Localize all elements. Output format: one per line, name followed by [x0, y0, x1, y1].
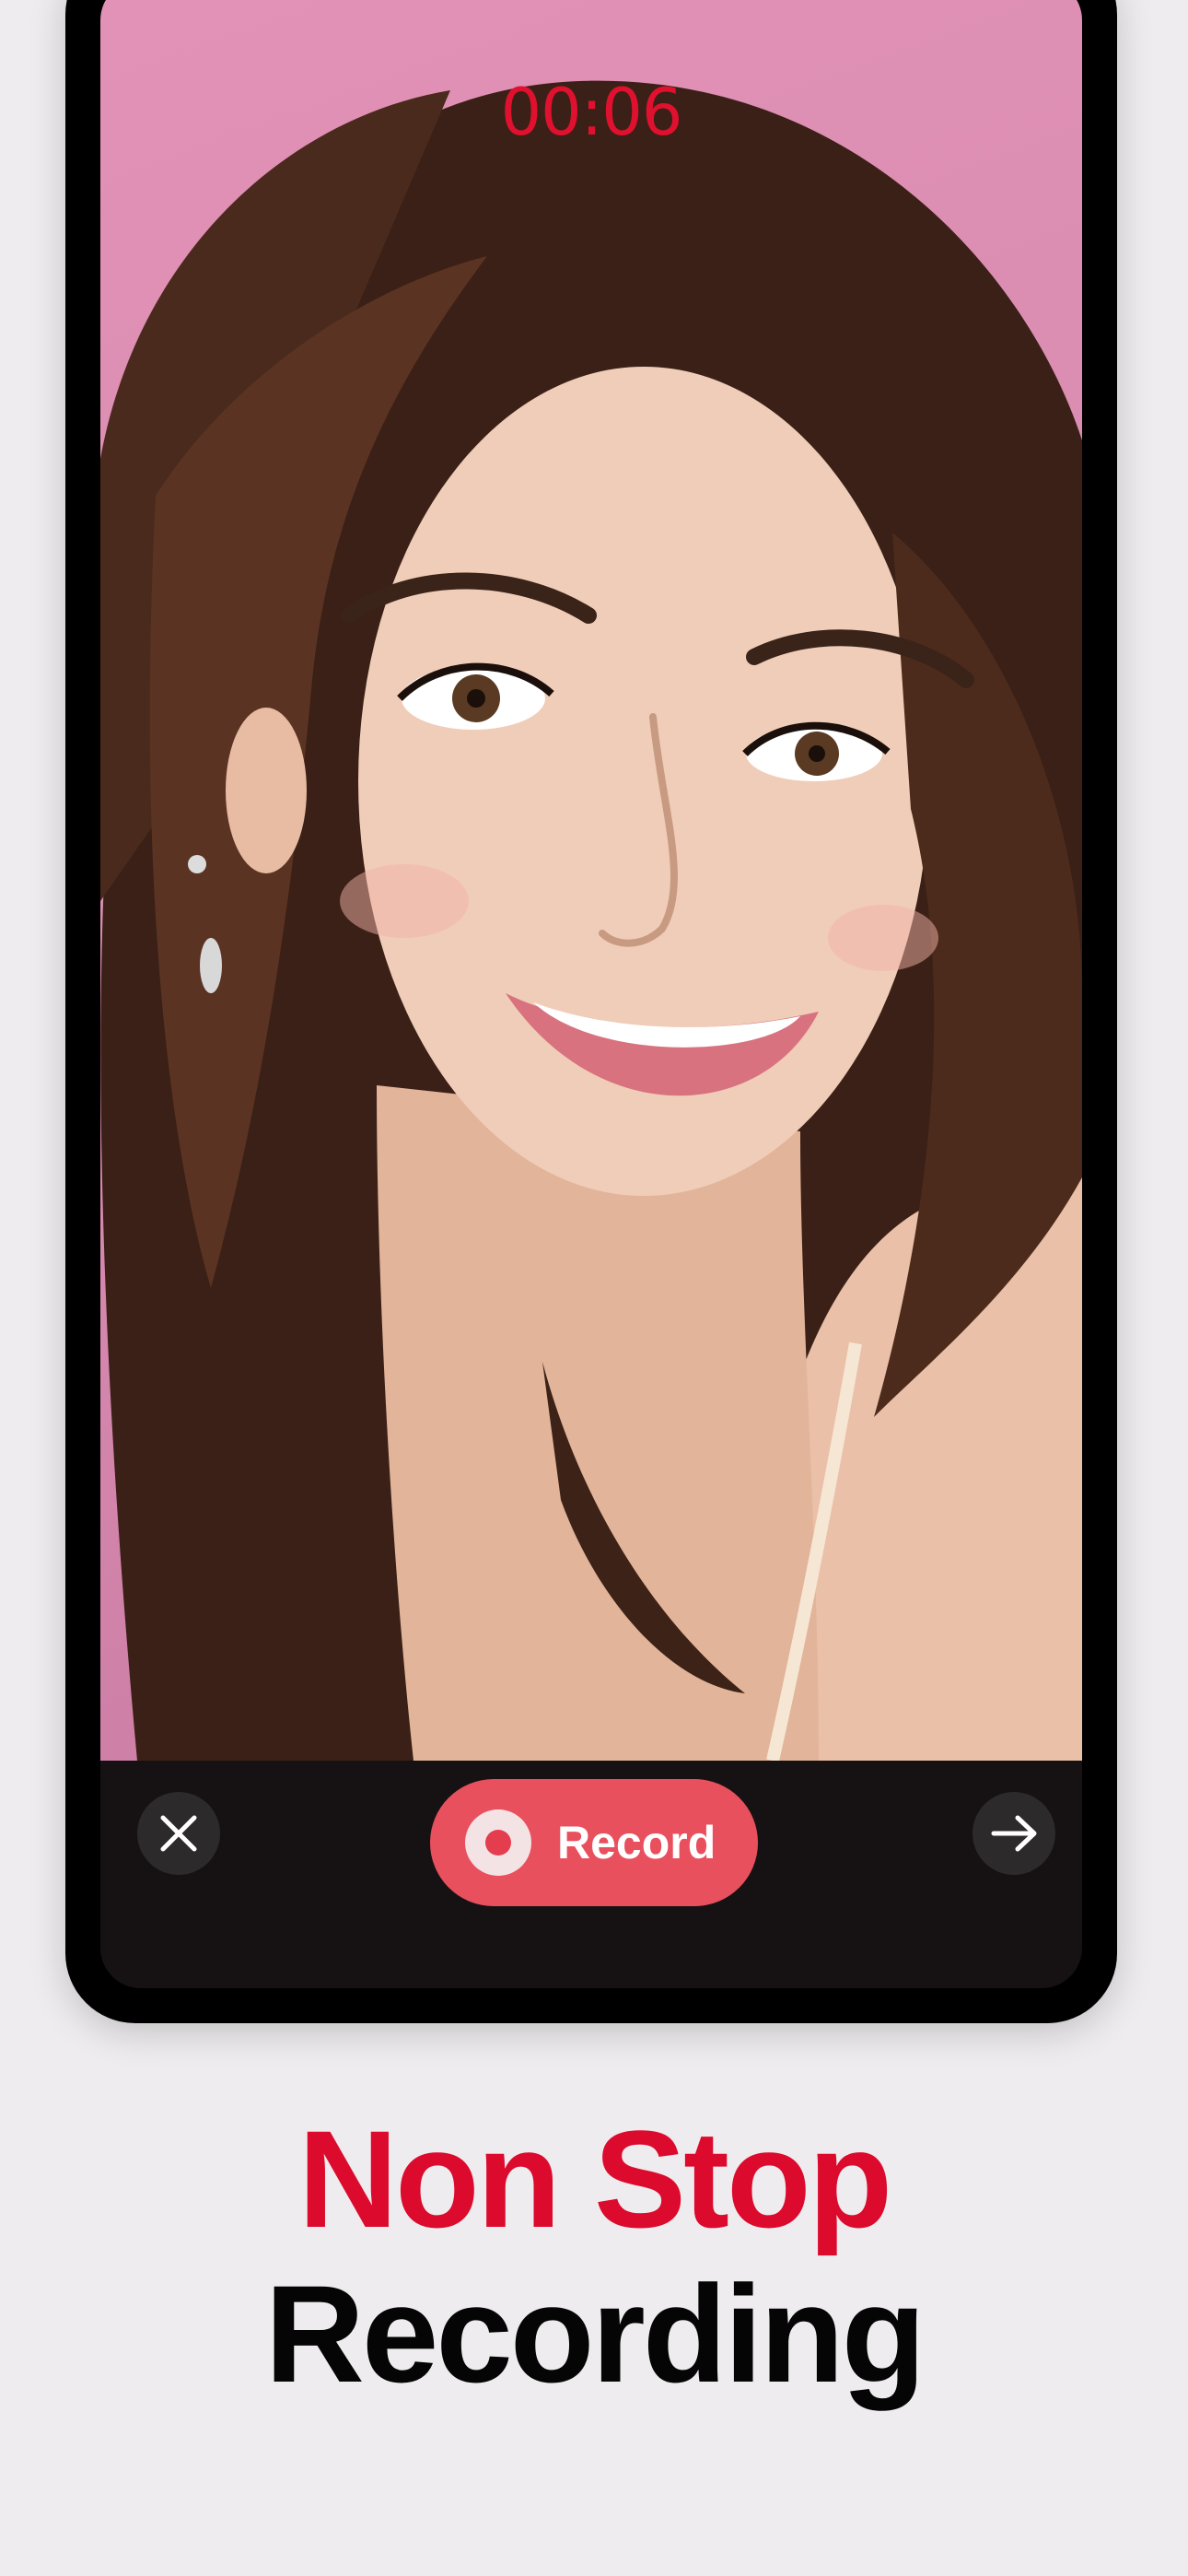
close-icon	[160, 1815, 197, 1852]
record-dot-icon	[465, 1809, 531, 1876]
camera-screen: 00:06 Record	[100, 0, 1082, 1988]
arrow-right-icon	[991, 1815, 1037, 1852]
headline-line-1: Non Stop	[297, 2102, 893, 2256]
record-button[interactable]: Record	[430, 1779, 758, 1906]
phone-frame: 00:06 Record	[65, 0, 1117, 2023]
record-button-label: Record	[557, 1817, 716, 1868]
headline-line-2: Recording	[264, 2256, 926, 2411]
recording-timer: 00:06	[500, 75, 683, 150]
camera-preview: 00:06	[100, 0, 1082, 1761]
close-button[interactable]	[137, 1792, 220, 1875]
next-button[interactable]	[973, 1792, 1055, 1875]
portrait-photo	[100, 80, 1082, 1761]
promo-headline: Non Stop Recording	[0, 2110, 1188, 2403]
camera-controls-bar: Record	[100, 1761, 1082, 1988]
